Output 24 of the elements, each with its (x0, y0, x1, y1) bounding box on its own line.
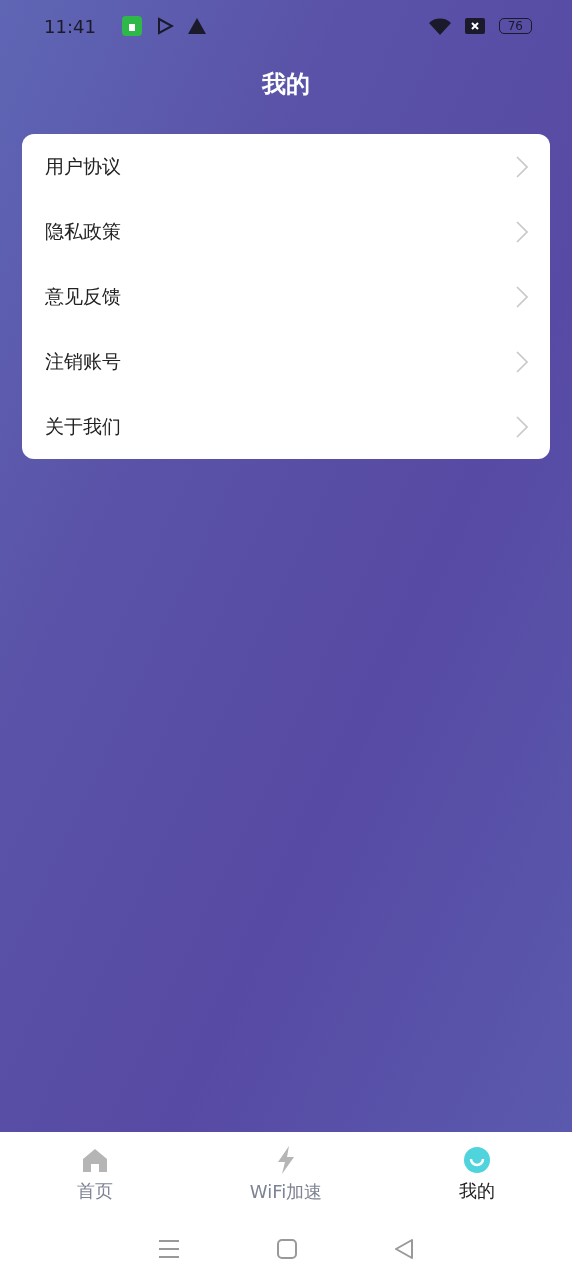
tab[interactable]: 首页 (40, 1147, 150, 1203)
menu-item[interactable]: 隐私政策 (22, 199, 550, 264)
menu-item[interactable]: 关于我们 (22, 394, 550, 459)
tab[interactable]: 我的 (422, 1147, 532, 1203)
chevron-icon (516, 155, 528, 178)
chevron-icon (516, 350, 528, 373)
chevron-icon (516, 415, 528, 438)
tab[interactable]: WiFi加速 (231, 1146, 341, 1204)
wifi-icon (428, 17, 451, 35)
sim-icon (464, 18, 485, 34)
page-title: 我的 (261, 69, 311, 100)
warning-icon (187, 18, 206, 34)
menu-item[interactable]: 用户协议 (22, 134, 550, 199)
chevron-icon (516, 285, 528, 308)
home-button-icon[interactable] (277, 1239, 297, 1259)
chevron-icon (516, 220, 528, 243)
battery-level: 76 (498, 18, 532, 34)
app-notification-icon (121, 16, 142, 36)
menu-item[interactable]: 注销账号 (22, 329, 550, 394)
menu-icon[interactable] (158, 1239, 181, 1259)
menu-item[interactable]: 意见反馈 (22, 264, 550, 329)
play-icon (155, 17, 174, 35)
status-time: 11:41 (44, 15, 96, 37)
back-icon[interactable] (393, 1239, 414, 1259)
